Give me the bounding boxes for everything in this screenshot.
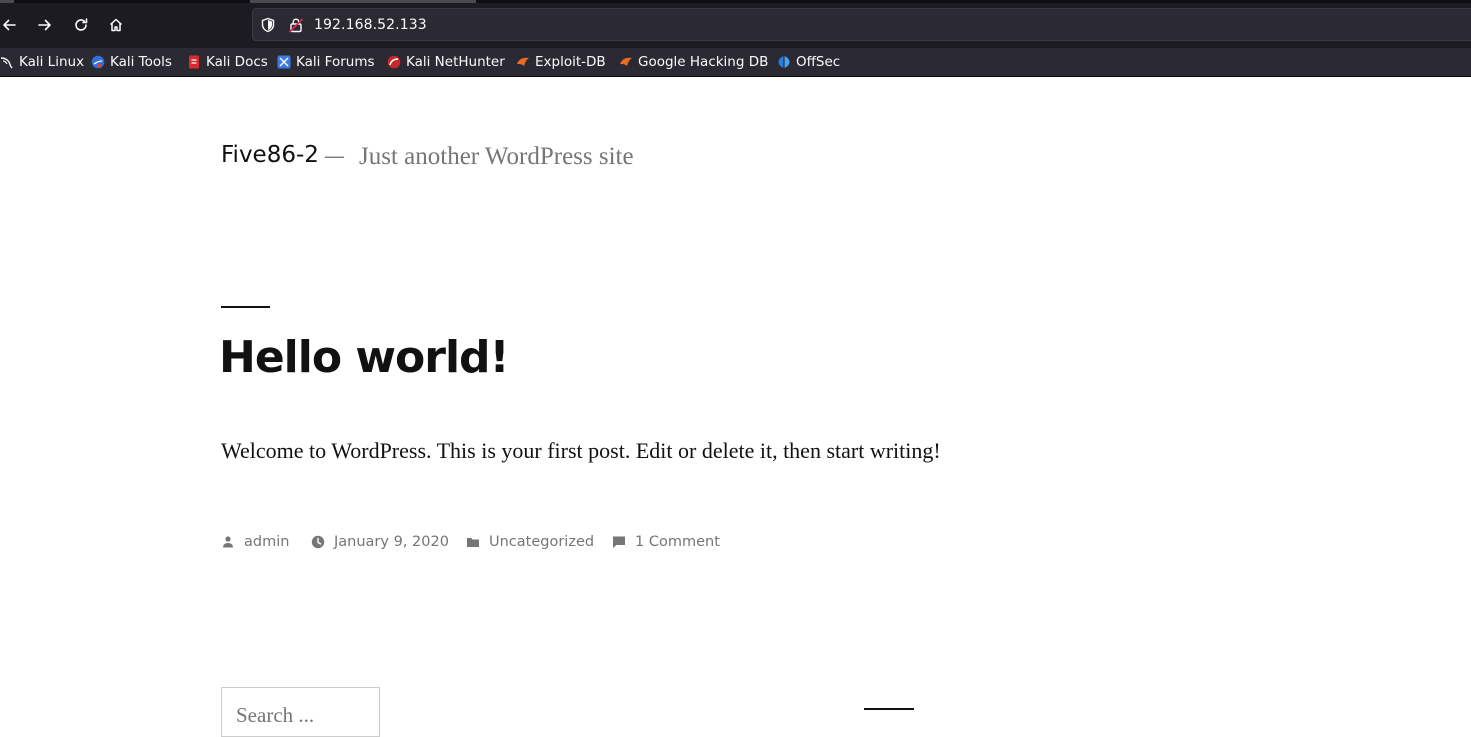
- reload-button[interactable]: [68, 12, 94, 38]
- tracking-shield-icon[interactable]: [260, 17, 276, 33]
- bookmark-google-hacking-db[interactable]: Google Hacking DB: [619, 53, 768, 71]
- address-bar[interactable]: 192.168.52.133: [252, 8, 1471, 41]
- exploit-db-icon: [517, 57, 529, 66]
- bookmark-offsec[interactable]: OffSec: [777, 53, 840, 71]
- bookmark-exploit-db[interactable]: Exploit-DB: [516, 53, 606, 71]
- search-placeholder: Search ...: [236, 703, 315, 727]
- kali-dragon-icon: [0, 57, 13, 69]
- post-title-link[interactable]: Hello world!: [219, 332, 510, 383]
- post-author: admin: [221, 532, 289, 552]
- bookmark-kali-tools[interactable]: Kali Tools: [91, 53, 172, 71]
- tab-strip-edge: [0, 0, 1471, 3]
- comment-icon: [613, 536, 625, 548]
- comments-link[interactable]: 1 Comment: [635, 534, 720, 550]
- post-category: Uncategorized: [466, 532, 594, 552]
- author-link[interactable]: admin: [244, 534, 289, 550]
- home-button[interactable]: [103, 12, 129, 38]
- bookmark-kali-docs[interactable]: Kali Docs: [187, 53, 268, 71]
- offsec-icon: [778, 55, 790, 69]
- back-arrow-icon: [3, 19, 16, 31]
- date-link[interactable]: January 9, 2020: [334, 534, 449, 550]
- home-icon: [109, 18, 123, 32]
- clock-icon: [311, 535, 325, 549]
- post-title-divider: [221, 306, 270, 308]
- kali-forums-icon: [277, 55, 291, 69]
- reload-icon: [75, 18, 88, 31]
- bookmarks-toolbar: Kali Linux Kali Tools Kali Docs Kali For…: [0, 48, 1471, 77]
- browser-toolbar: 192.168.52.133: [0, 0, 1471, 48]
- post-comments: 1 Comment: [612, 532, 720, 552]
- ghdb-icon: [620, 57, 632, 66]
- widget-title-divider: [864, 708, 914, 710]
- person-icon: [223, 536, 233, 548]
- forward-button[interactable]: [32, 12, 58, 38]
- url-text[interactable]: 192.168.52.133: [314, 17, 427, 33]
- site-title-link[interactable]: Five86-2: [221, 142, 319, 168]
- forward-arrow-icon: [38, 19, 51, 31]
- category-link[interactable]: Uncategorized: [489, 534, 594, 550]
- back-button[interactable]: [0, 12, 22, 38]
- bookmark-kali-nethunter[interactable]: Kali NetHunter: [387, 53, 505, 71]
- bookmark-kali-forums[interactable]: Kali Forums: [277, 53, 375, 71]
- kali-tools-icon: [91, 55, 105, 69]
- post-content: Welcome to WordPress. This is your first…: [221, 438, 941, 463]
- site-title-separator: —: [324, 144, 345, 168]
- kali-docs-icon: [189, 55, 199, 69]
- bookmark-kali-linux[interactable]: Kali Linux: [0, 53, 84, 71]
- post-date: January 9, 2020: [311, 532, 449, 552]
- folder-icon: [467, 538, 479, 547]
- site-description: Just another WordPress site: [359, 143, 634, 170]
- search-input[interactable]: Search ...: [221, 687, 380, 737]
- insecure-lock-icon[interactable]: [288, 17, 304, 33]
- kali-nethunter-icon: [387, 55, 401, 69]
